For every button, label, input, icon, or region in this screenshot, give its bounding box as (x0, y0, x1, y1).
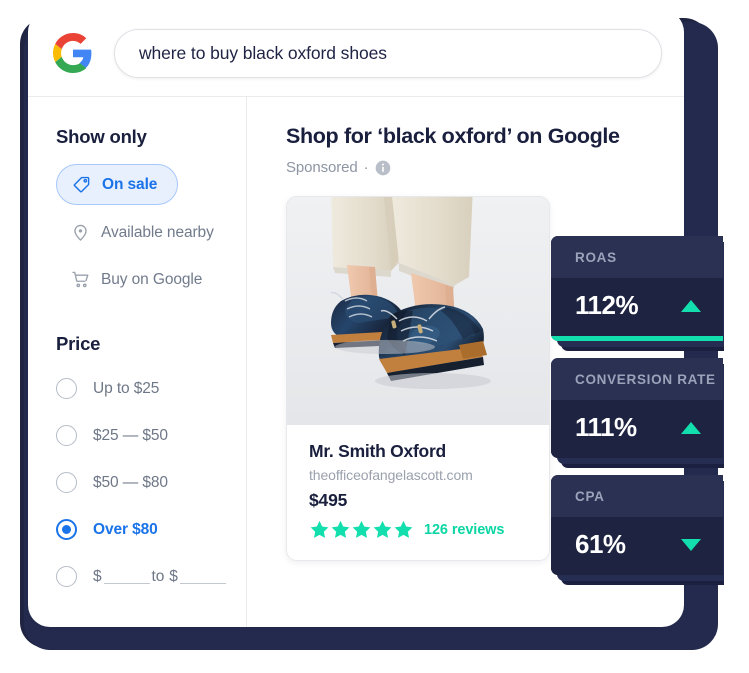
radio-icon (56, 472, 77, 493)
metric-card-cpa[interactable]: CPA 61% (551, 475, 723, 575)
price-option-custom[interactable]: $ to $ (56, 560, 246, 593)
triangle-down-icon (681, 538, 701, 551)
filter-row-buy-on-google[interactable]: Buy on Google (56, 259, 246, 300)
price-option-25-to-50[interactable]: $25 — $50 (56, 419, 246, 452)
shopping-cart-icon (71, 270, 90, 289)
sponsored-row: Sponsored · (286, 159, 684, 176)
metric-body-roas: 112% (551, 278, 723, 336)
info-circle-icon[interactable] (375, 160, 391, 176)
filter-row-buy-on-google-label: Buy on Google (101, 270, 203, 288)
search-topbar (28, 10, 684, 97)
filter-chip-on-sale-label: On sale (102, 175, 158, 193)
metric-card-conversion-rate[interactable]: CONVERSION RATE 111% (551, 358, 723, 458)
search-box[interactable] (114, 28, 662, 78)
star-icon (310, 520, 329, 538)
tag-icon (72, 175, 91, 194)
metric-body-cpa: 61% (551, 517, 723, 575)
search-input[interactable] (137, 41, 639, 65)
metric-card-roas[interactable]: ROAS 112% (551, 236, 723, 341)
custom-price-from-currency: $ (93, 567, 102, 585)
show-only-heading: Show only (56, 126, 147, 147)
triangle-up-icon (681, 299, 701, 312)
price-option-25-to-50-label: $25 — $50 (93, 426, 168, 444)
metric-label-conversion-rate: CONVERSION RATE (551, 358, 723, 400)
sponsored-separator: · (363, 159, 369, 176)
price-option-up-to-25[interactable]: Up to $25 (56, 372, 246, 405)
product-merchant-domain: theofficeofangelascott.com (309, 467, 473, 483)
shopping-results-title: Shop for ‘black oxford’ on Google (286, 124, 620, 148)
metric-accent-bar-roas (551, 336, 723, 341)
performance-metric-cards: ROAS 112% CONVERSION RATE 111% CPA 61% (551, 236, 723, 592)
product-card[interactable]: Mr. Smith Oxford theofficeofangelascott.… (286, 196, 550, 561)
radio-icon (56, 378, 77, 399)
product-details: Mr. Smith Oxford theofficeofangelascott.… (287, 425, 549, 560)
price-option-over-80-label: Over $80 (93, 520, 158, 538)
screenshot-root: Show only On sale (0, 0, 749, 673)
price-option-50-to-80-label: $50 — $80 (93, 473, 168, 491)
product-review-count[interactable]: 126 reviews (424, 522, 504, 538)
filters-sidebar: Show only On sale Available nearby Buy o… (28, 97, 247, 627)
star-icon (373, 520, 392, 538)
custom-price-from-input[interactable] (103, 569, 150, 584)
metric-value-conversion-rate: 111% (575, 412, 637, 442)
custom-price-separator: to (151, 567, 165, 585)
metric-value-roas: 112% (575, 290, 639, 320)
metric-label-cpa: CPA (551, 475, 723, 517)
price-option-over-80[interactable]: Over $80 (56, 513, 246, 546)
price-option-up-to-25-label: Up to $25 (93, 379, 160, 397)
price-option-50-to-80[interactable]: $50 — $80 (56, 466, 246, 499)
sponsored-label: Sponsored (286, 159, 358, 176)
star-icon (331, 520, 350, 538)
star-rating-icons (309, 519, 414, 540)
product-image (287, 197, 549, 425)
custom-price-to-input[interactable] (179, 569, 226, 584)
metric-body-conversion-rate: 111% (551, 400, 723, 458)
star-icon (394, 520, 413, 538)
triangle-up-icon (681, 421, 701, 434)
product-price: $495 (309, 490, 348, 510)
product-name: Mr. Smith Oxford (309, 441, 446, 461)
product-rating: 126 reviews (309, 519, 527, 540)
location-pin-icon (71, 223, 90, 242)
radio-icon-selected (56, 519, 77, 540)
radio-icon (56, 566, 77, 587)
radio-icon (56, 425, 77, 446)
filter-row-available-nearby-label: Available nearby (101, 223, 214, 241)
right-edge-mask (724, 0, 749, 673)
filter-chip-on-sale[interactable]: On sale (56, 164, 179, 205)
price-heading: Price (56, 333, 101, 354)
metric-label-roas: ROAS (551, 236, 723, 278)
metric-value-cpa: 61% (575, 529, 626, 559)
star-icon (352, 520, 371, 538)
filter-row-available-nearby[interactable]: Available nearby (56, 212, 246, 253)
google-logo-icon (53, 33, 93, 73)
custom-price-to-currency: $ (169, 567, 178, 585)
